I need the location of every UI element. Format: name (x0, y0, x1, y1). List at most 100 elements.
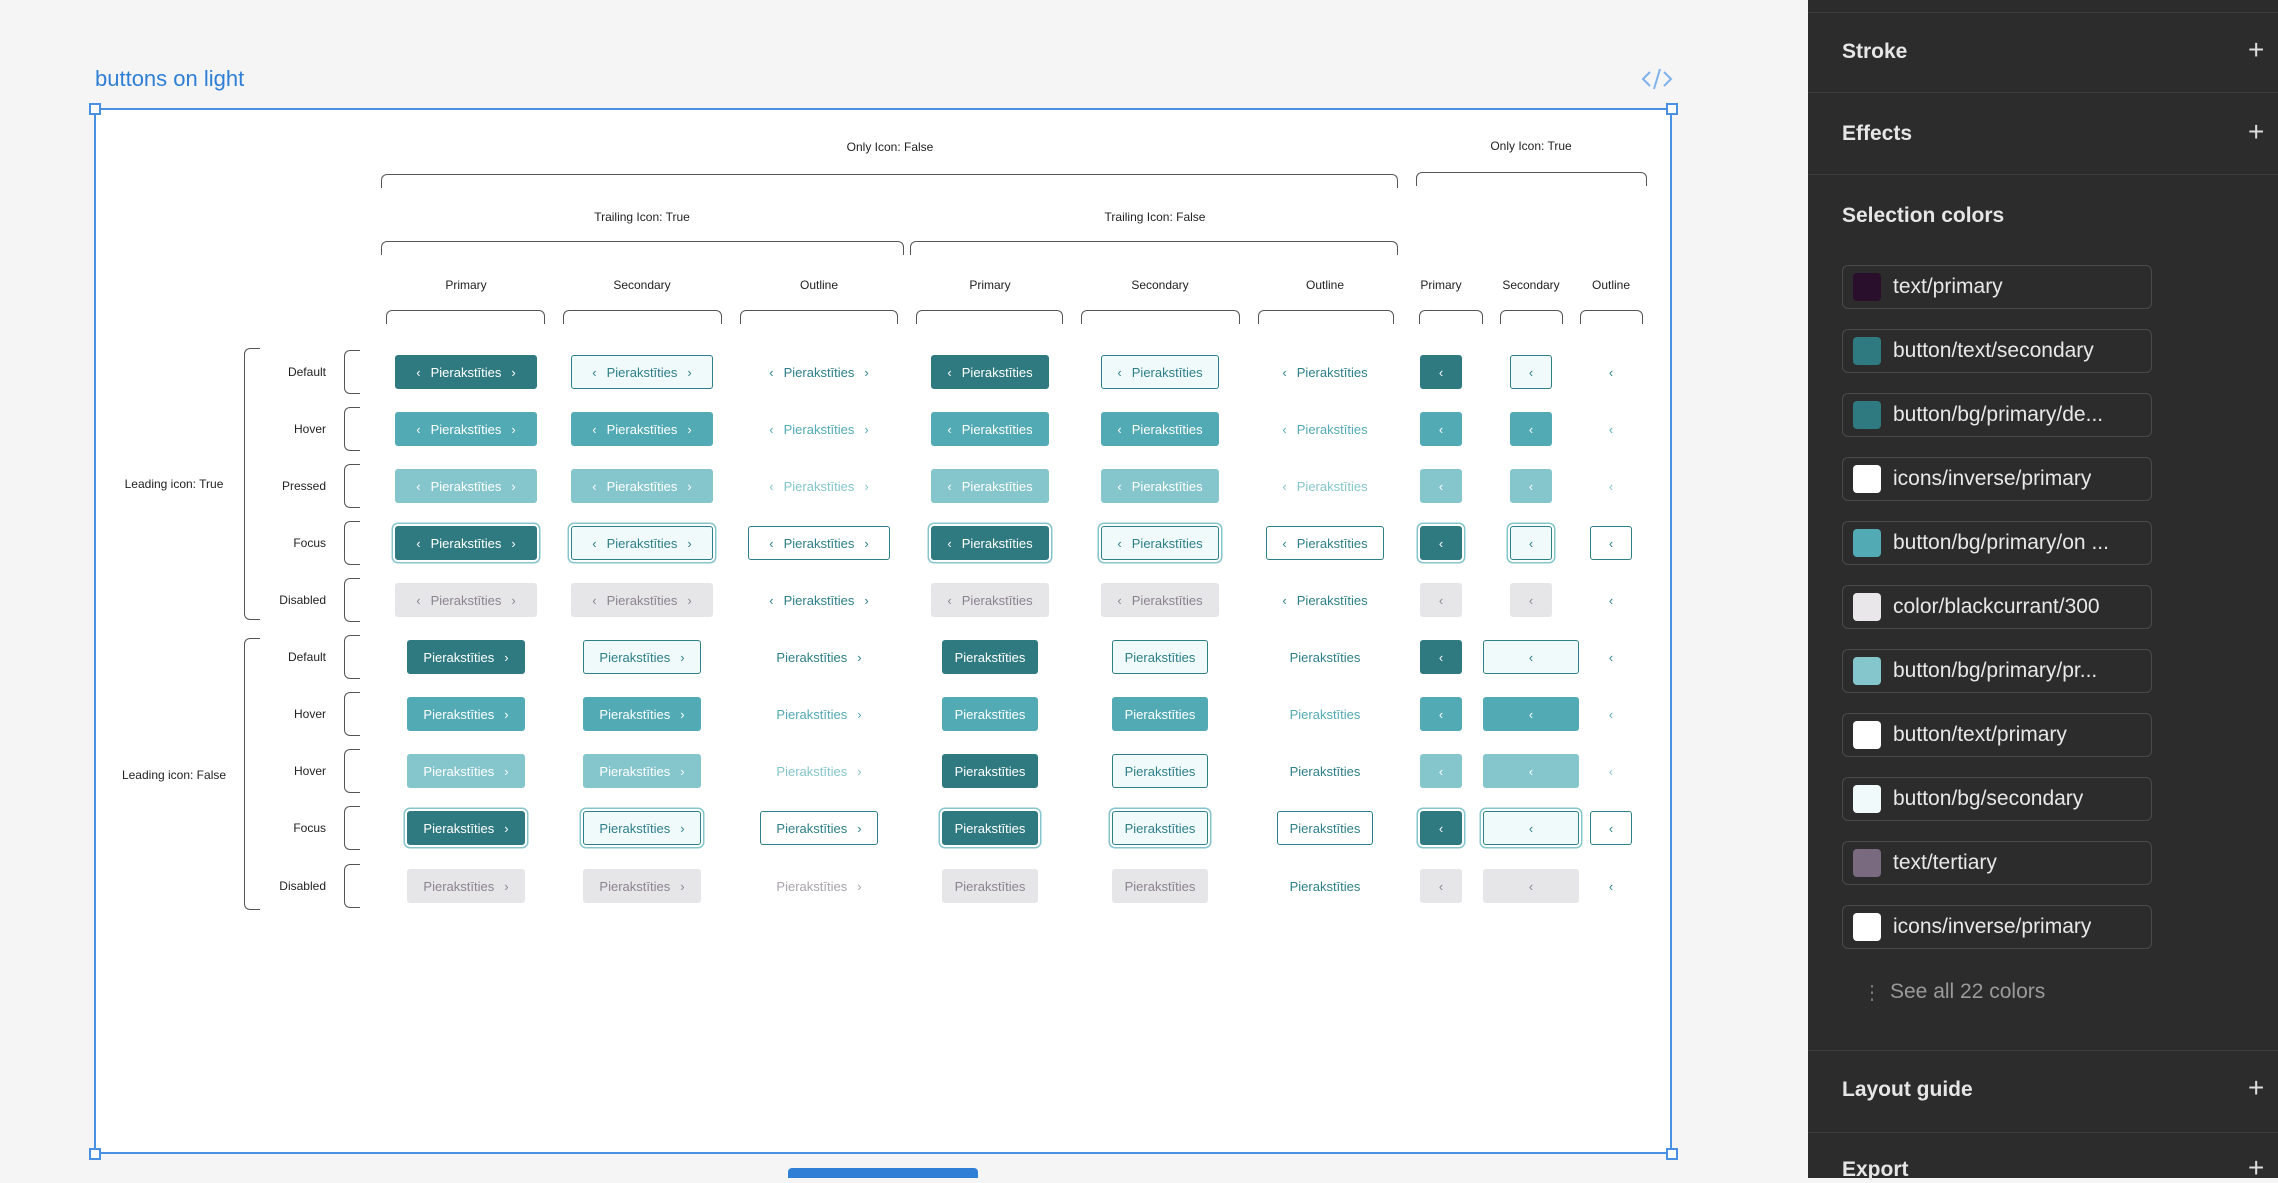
button-sample[interactable]: Pierakstīties › (407, 754, 525, 788)
button-sample[interactable]: Pierakstīties (1277, 869, 1373, 903)
button-sample[interactable]: ‹ Pierakstīties › (395, 355, 537, 389)
icon-button[interactable]: ‹ (1483, 811, 1579, 845)
button-sample[interactable]: Pierakstīties (1112, 640, 1208, 674)
button-sample[interactable]: Pierakstīties (942, 811, 1038, 845)
button-sample[interactable]: ‹ Pierakstīties (1266, 355, 1384, 389)
button-sample[interactable]: ‹ Pierakstīties › (748, 526, 890, 560)
button-sample[interactable]: Pierakstīties (1277, 697, 1373, 731)
icon-button[interactable]: ‹ (1483, 754, 1579, 788)
button-sample[interactable]: Pierakstīties (942, 697, 1038, 731)
button-sample[interactable]: ‹ Pierakstīties › (748, 469, 890, 503)
icon-button[interactable]: ‹ (1420, 469, 1462, 503)
icon-button[interactable]: ‹ (1420, 811, 1462, 845)
icon-button[interactable]: ‹ (1590, 640, 1632, 674)
button-sample[interactable]: Pierakstīties › (407, 640, 525, 674)
icon-button[interactable]: ‹ (1420, 355, 1462, 389)
button-sample[interactable]: ‹ Pierakstīties › (571, 355, 713, 389)
selection-color-chip[interactable]: button/text/primary (1842, 713, 2152, 757)
button-sample[interactable]: ‹ Pierakstīties › (571, 526, 713, 560)
icon-button[interactable]: ‹ (1510, 583, 1552, 617)
button-sample[interactable]: ‹ Pierakstīties (1101, 469, 1219, 503)
icon-button[interactable]: ‹ (1590, 355, 1632, 389)
button-sample[interactable]: Pierakstīties (942, 754, 1038, 788)
selection-color-chip[interactable]: text/tertiary (1842, 841, 2152, 885)
selection-color-chip[interactable]: button/bg/primary/de... (1842, 393, 2152, 437)
button-sample[interactable]: Pierakstīties › (407, 697, 525, 731)
button-sample[interactable]: ‹ Pierakstīties (931, 583, 1049, 617)
button-sample[interactable]: ‹ Pierakstīties (1266, 412, 1384, 446)
button-sample[interactable]: Pierakstīties (1112, 869, 1208, 903)
icon-button[interactable]: ‹ (1590, 526, 1632, 560)
button-sample[interactable]: ‹ Pierakstīties (1101, 583, 1219, 617)
see-all-colors-link[interactable]: See all 22 colors (1890, 980, 2045, 1004)
button-sample[interactable]: ‹ Pierakstīties › (395, 469, 537, 503)
button-sample[interactable]: ‹ Pierakstīties › (395, 526, 537, 560)
button-sample[interactable]: ‹ Pierakstīties › (571, 412, 713, 446)
add-layout-guide-plus-icon[interactable]: + (2248, 1074, 2264, 1102)
button-sample[interactable]: Pierakstīties › (760, 640, 878, 674)
button-sample[interactable]: Pierakstīties (1112, 811, 1208, 845)
icon-button[interactable]: ‹ (1420, 869, 1462, 903)
button-sample[interactable]: Pierakstīties (942, 869, 1038, 903)
button-sample[interactable]: ‹ Pierakstīties (931, 469, 1049, 503)
design-canvas[interactable]: buttons on light Only Icon: False Only Ic… (0, 0, 1808, 1178)
icon-button[interactable]: ‹ (1510, 355, 1552, 389)
button-sample[interactable]: Pierakstīties › (760, 754, 878, 788)
icon-button[interactable]: ‹ (1590, 869, 1632, 903)
icon-button[interactable]: ‹ (1420, 697, 1462, 731)
icon-button[interactable]: ‹ (1590, 412, 1632, 446)
add-effect-plus-icon[interactable]: + (2248, 118, 2264, 146)
button-sample[interactable]: Pierakstīties › (407, 869, 525, 903)
button-sample[interactable]: ‹ Pierakstīties (1101, 412, 1219, 446)
button-sample[interactable]: Pierakstīties (942, 640, 1038, 674)
icon-button[interactable]: ‹ (1420, 526, 1462, 560)
selection-color-chip[interactable]: text/primary (1842, 265, 2152, 309)
icon-button[interactable]: ‹ (1483, 640, 1579, 674)
button-sample[interactable]: ‹ Pierakstīties › (748, 583, 890, 617)
add-stroke-plus-icon[interactable]: + (2248, 36, 2264, 64)
button-sample[interactable]: ‹ Pierakstīties › (571, 583, 713, 617)
button-sample[interactable]: ‹ Pierakstīties › (571, 469, 713, 503)
button-sample[interactable]: ‹ Pierakstīties › (395, 412, 537, 446)
button-sample[interactable]: Pierakstīties › (760, 697, 878, 731)
button-sample[interactable]: ‹ Pierakstīties (1266, 526, 1384, 560)
button-sample[interactable]: Pierakstīties › (583, 697, 701, 731)
icon-button[interactable]: ‹ (1483, 697, 1579, 731)
button-sample[interactable]: Pierakstīties › (760, 869, 878, 903)
icon-button[interactable]: ‹ (1420, 640, 1462, 674)
button-sample[interactable]: ‹ Pierakstīties (931, 526, 1049, 560)
button-sample[interactable]: ‹ Pierakstīties (931, 355, 1049, 389)
icon-button[interactable]: ‹ (1420, 754, 1462, 788)
selection-color-chip[interactable]: icons/inverse/primary (1842, 457, 2152, 501)
button-sample[interactable]: Pierakstīties (1112, 697, 1208, 731)
selection-color-chip[interactable]: button/bg/primary/pr... (1842, 649, 2152, 693)
button-sample[interactable]: ‹ Pierakstīties (1101, 526, 1219, 560)
button-sample[interactable]: Pierakstīties › (583, 869, 701, 903)
selection-color-chip[interactable]: button/text/secondary (1842, 329, 2152, 373)
button-sample[interactable]: Pierakstīties › (583, 811, 701, 845)
button-sample[interactable]: ‹ Pierakstīties (1101, 355, 1219, 389)
icon-button[interactable]: ‹ (1510, 412, 1552, 446)
button-sample[interactable]: Pierakstīties › (760, 811, 878, 845)
button-sample[interactable]: ‹ Pierakstīties (1266, 583, 1384, 617)
selection-color-chip[interactable]: button/bg/secondary (1842, 777, 2152, 821)
icon-button[interactable]: ‹ (1420, 412, 1462, 446)
icon-button[interactable]: ‹ (1590, 583, 1632, 617)
button-sample[interactable]: ‹ Pierakstīties (1266, 469, 1384, 503)
icon-button[interactable]: ‹ (1590, 811, 1632, 845)
icon-button[interactable]: ‹ (1590, 754, 1632, 788)
selection-color-chip[interactable]: icons/inverse/primary (1842, 905, 2152, 949)
icon-button[interactable]: ‹ (1510, 526, 1552, 560)
button-sample[interactable]: Pierakstīties (1277, 811, 1373, 845)
icon-button[interactable]: ‹ (1590, 469, 1632, 503)
button-sample[interactable]: Pierakstīties › (583, 754, 701, 788)
selection-color-chip[interactable]: color/blackcurrant/300 (1842, 585, 2152, 629)
button-sample[interactable]: ‹ Pierakstīties (931, 412, 1049, 446)
button-sample[interactable]: ‹ Pierakstīties › (748, 355, 890, 389)
selection-color-chip[interactable]: button/bg/primary/on ... (1842, 521, 2152, 565)
button-sample[interactable]: ‹ Pierakstīties › (748, 412, 890, 446)
button-sample[interactable]: ‹ Pierakstīties › (395, 583, 537, 617)
button-sample[interactable]: Pierakstīties (1277, 754, 1373, 788)
icon-button[interactable]: ‹ (1483, 869, 1579, 903)
button-sample[interactable]: Pierakstīties › (583, 640, 701, 674)
